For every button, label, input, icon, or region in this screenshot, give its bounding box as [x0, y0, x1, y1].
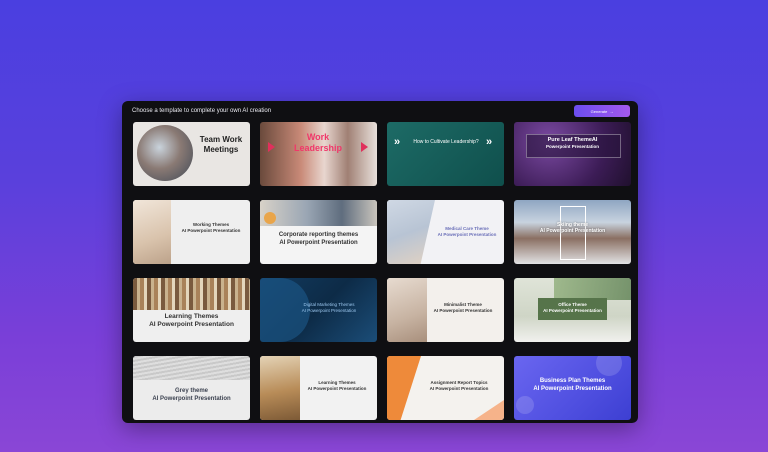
coffee-cup [264, 212, 276, 224]
panel-header: Choose a template to complete your own A… [132, 105, 630, 121]
double-chevron-right-icon: » [486, 136, 493, 148]
double-chevron-left-icon: » [394, 136, 401, 148]
decor-circle [516, 396, 534, 414]
template-picker-panel: Choose a template to complete your own A… [122, 101, 638, 423]
template-card-cultivate-leadership[interactable]: » » How to Cultivate Leadership? [387, 122, 504, 186]
template-title-line1: Grey theme [174, 388, 208, 394]
template-grid: Team Work Meetings Work Leadership » » H… [133, 122, 631, 420]
window-photo [554, 278, 631, 300]
template-title-line1: Pure Leaf ThemeAI [547, 137, 598, 143]
template-title: Grey theme AI Powerpoint Presentation [137, 388, 246, 403]
template-subtitle: AI Powerpoint Presentation [533, 385, 612, 392]
template-title: Learning Themes AI Powerpoint Presentati… [300, 380, 374, 391]
template-subtitle: AI Powerpoint Presentation [437, 231, 497, 237]
background-heading-blur [0, 22, 768, 67]
template-subtitle: AI Powerpoint Presentation [149, 321, 234, 329]
template-card-learning-themes[interactable]: Learning Themes AI Powerpoint Presentati… [133, 278, 250, 342]
template-card-digital-marketing[interactable]: Digital Marketing Themes AI Powerpoint P… [260, 278, 377, 342]
template-title: Minimalist Theme AI Powerpoint Presentat… [425, 302, 501, 313]
template-title: Office Theme AI Powerpoint Presentation [538, 302, 607, 313]
template-title: Learning Themes AI Powerpoint Presentati… [137, 313, 246, 329]
template-title: How to Cultivate Leadership? [413, 139, 479, 145]
template-card-minimalist[interactable]: Minimalist Theme AI Powerpoint Presentat… [387, 278, 504, 342]
template-title: Medical Care Theme AI Powerpoint Present… [433, 226, 501, 237]
template-subtitle: AI Powerpoint Presentation [301, 307, 357, 313]
template-card-grey-theme[interactable]: Grey theme AI Powerpoint Presentation [133, 356, 250, 420]
template-subtitle: AI Powerpoint Presentation [543, 307, 602, 313]
sand-photo [387, 278, 427, 342]
team-photo-circle [137, 125, 193, 181]
template-card-skiing[interactable]: Skiing theme AI Powerpoint Presentation [514, 200, 631, 264]
laptop-photo [260, 200, 377, 226]
template-title-line1: Work [306, 132, 330, 142]
template-subtitle: AI Powerpoint Presentation [433, 307, 493, 313]
template-card-corporate-reporting[interactable]: Corporate reporting themes AI Powerpoint… [260, 200, 377, 264]
template-card-office[interactable]: Office Theme AI Powerpoint Presentation [514, 278, 631, 342]
template-title-line1: Corporate reporting themes [278, 232, 359, 238]
template-title-line1: Business Plan Themes [539, 378, 606, 384]
template-card-business-plan[interactable]: Business Plan Themes AI Powerpoint Prese… [514, 356, 631, 420]
template-subtitle: Powerpoint Presentation [545, 143, 599, 149]
template-card-medical-care[interactable]: Medical Care Theme AI Powerpoint Present… [387, 200, 504, 264]
template-title: Corporate reporting themes AI Powerpoint… [264, 232, 373, 247]
panel-title: Choose a template to complete your own A… [132, 108, 272, 114]
template-subtitle: AI Powerpoint Presentation [279, 239, 358, 246]
template-card-learning-themes-2[interactable]: Learning Themes AI Powerpoint Presentati… [260, 356, 377, 420]
generate-button[interactable]: Generate → [574, 105, 630, 117]
arrow-right-icon: → [609, 108, 614, 114]
template-title: Digital Marketing Themes AI Powerpoint P… [284, 302, 374, 313]
orange-shape [387, 356, 421, 420]
template-title: Business Plan Themes AI Powerpoint Prese… [518, 378, 627, 393]
corner-shape [474, 400, 504, 420]
decor-circle [596, 356, 622, 376]
generate-button-label: Generate [590, 108, 608, 114]
template-title: Work Leadership [288, 132, 348, 155]
wave-texture [133, 356, 250, 380]
template-card-team-work[interactable]: Team Work Meetings [133, 122, 250, 186]
template-title-line1: Learning Themes [164, 313, 219, 320]
bookshelf-photo [133, 278, 250, 310]
template-title: Assignment Report Topics AI Powerpoint P… [417, 380, 501, 391]
template-subtitle: AI Powerpoint Presentation [307, 385, 367, 391]
template-subtitle: AI Powerpoint Presentation [429, 385, 489, 391]
right-chevron-icon [361, 142, 368, 152]
left-chevron-icon [268, 142, 275, 152]
template-card-assignment-report[interactable]: Assignment Report Topics AI Powerpoint P… [387, 356, 504, 420]
template-card-work-leadership[interactable]: Work Leadership [260, 122, 377, 186]
template-subtitle: AI Powerpoint Presentation [181, 227, 241, 233]
template-card-pure-leaf[interactable]: Pure Leaf ThemeAI Powerpoint Presentatio… [514, 122, 631, 186]
template-title: Team Work Meetings [199, 135, 243, 154]
open-book-photo [260, 356, 300, 420]
template-subtitle: AI Powerpoint Presentation [539, 228, 606, 235]
template-card-working-themes[interactable]: Working Themes AI Powerpoint Presentatio… [133, 200, 250, 264]
template-title: Working Themes AI Powerpoint Presentatio… [175, 222, 247, 233]
template-title: Pure Leaf ThemeAI Powerpoint Presentatio… [526, 137, 619, 150]
template-subtitle: AI Powerpoint Presentation [152, 395, 231, 402]
template-title: Skiing theme AI Powerpoint Presentation [522, 222, 623, 235]
template-title-line2: Leadership [293, 143, 342, 154]
office-photo [133, 200, 171, 264]
hands-photo [387, 200, 435, 264]
